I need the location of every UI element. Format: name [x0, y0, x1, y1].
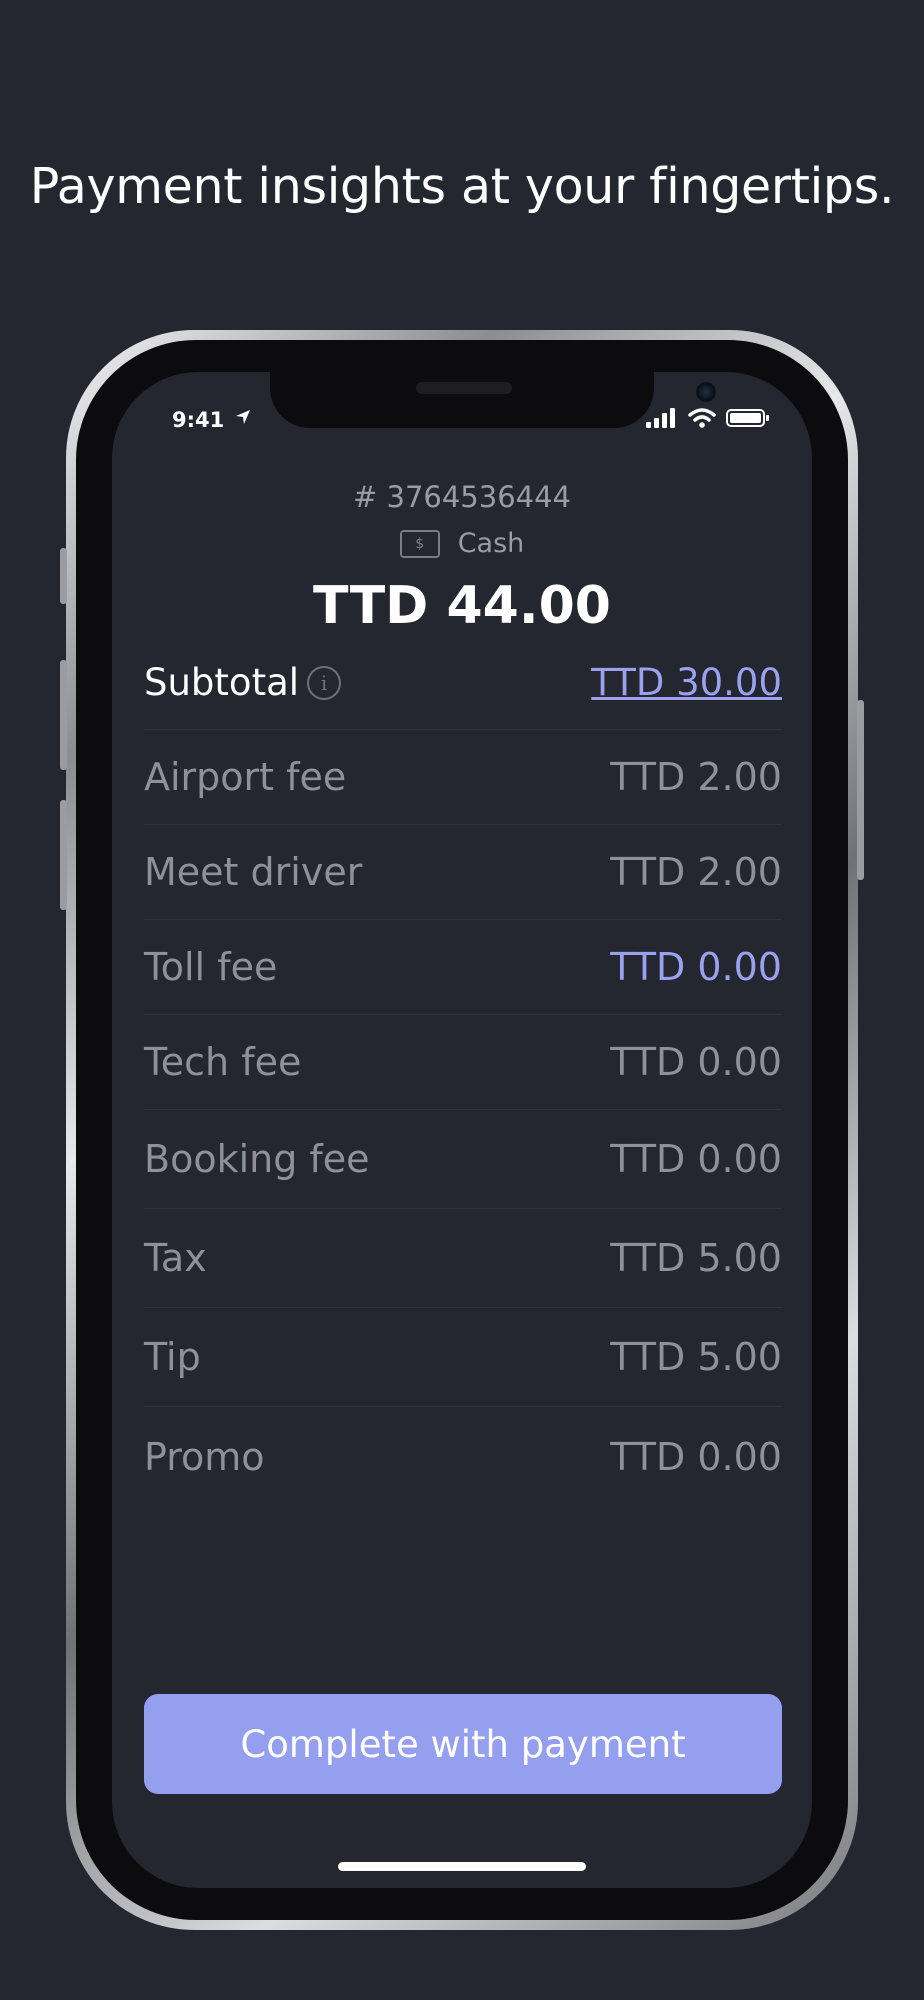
info-icon[interactable]: i [307, 665, 342, 700]
toll-fee-value[interactable]: TTD 0.00 [610, 945, 782, 989]
fee-row-airport: Airport fee TTD 2.00 [144, 730, 782, 825]
status-time: 9:41 [172, 408, 225, 432]
power-button [857, 700, 864, 880]
fare-breakdown: Subtotal i TTD 30.00 Airport fee TTD 2.0… [144, 636, 782, 1506]
fee-row-tip: Tip TTD 5.00 [144, 1308, 782, 1407]
status-icons [646, 408, 770, 428]
fee-label: Tech fee [144, 1040, 302, 1084]
fee-label: Toll fee [144, 945, 278, 989]
volume-down-button [60, 800, 67, 910]
fee-label: Meet driver [144, 850, 363, 894]
fee-row-toll: Toll fee TTD 0.00 [144, 920, 782, 1015]
cash-icon: $ [399, 529, 440, 558]
mute-switch [60, 548, 67, 604]
volume-up-button [60, 660, 67, 770]
fee-value: TTD 5.00 [610, 1335, 782, 1379]
fee-value: TTD 5.00 [610, 1236, 782, 1280]
complete-with-payment-button[interactable]: Complete with payment [144, 1694, 782, 1794]
payment-method-label: Cash [457, 528, 525, 559]
phone-screen: 9:41 # 3764536444 $ Cash TTD 44.00 Subto [112, 372, 812, 1888]
fee-row-meet-driver: Meet driver TTD 2.00 [144, 825, 782, 920]
fee-label: Airport fee [144, 755, 347, 799]
fee-value: TTD 0.00 [610, 1434, 782, 1479]
fee-value: TTD 2.00 [610, 755, 782, 799]
subtotal-value-link[interactable]: TTD 30.00 [591, 661, 782, 704]
fee-label: Promo [144, 1434, 265, 1479]
order-number: # 3764536444 [352, 480, 572, 514]
signal-icon [646, 408, 675, 428]
total-amount: TTD 44.00 [313, 576, 611, 636]
camera-icon [696, 382, 716, 402]
fee-value: TTD 0.00 [610, 1137, 782, 1181]
fee-row-tax: Tax TTD 5.00 [144, 1209, 782, 1308]
fee-label: Booking fee [144, 1137, 370, 1181]
fee-row-tech: Tech fee TTD 0.00 [144, 1015, 782, 1110]
fee-label: Tax [144, 1236, 207, 1280]
payment-method: $ Cash [112, 528, 812, 559]
notch [270, 372, 716, 428]
wifi-icon [688, 408, 716, 428]
marketing-headline: Payment insights at your fingertips. [29, 158, 895, 215]
home-indicator[interactable] [338, 1862, 586, 1871]
fee-label: Tip [144, 1335, 201, 1379]
subtotal-row: Subtotal i TTD 30.00 [144, 636, 782, 730]
fee-row-promo: Promo TTD 0.00 [144, 1407, 782, 1506]
fee-row-booking: Booking fee TTD 0.00 [144, 1110, 782, 1209]
fee-value: TTD 2.00 [610, 850, 782, 894]
subtotal-label: Subtotal [144, 661, 300, 704]
battery-icon [726, 409, 769, 427]
fee-value: TTD 0.00 [610, 1040, 782, 1084]
location-arrow-icon [236, 410, 250, 424]
